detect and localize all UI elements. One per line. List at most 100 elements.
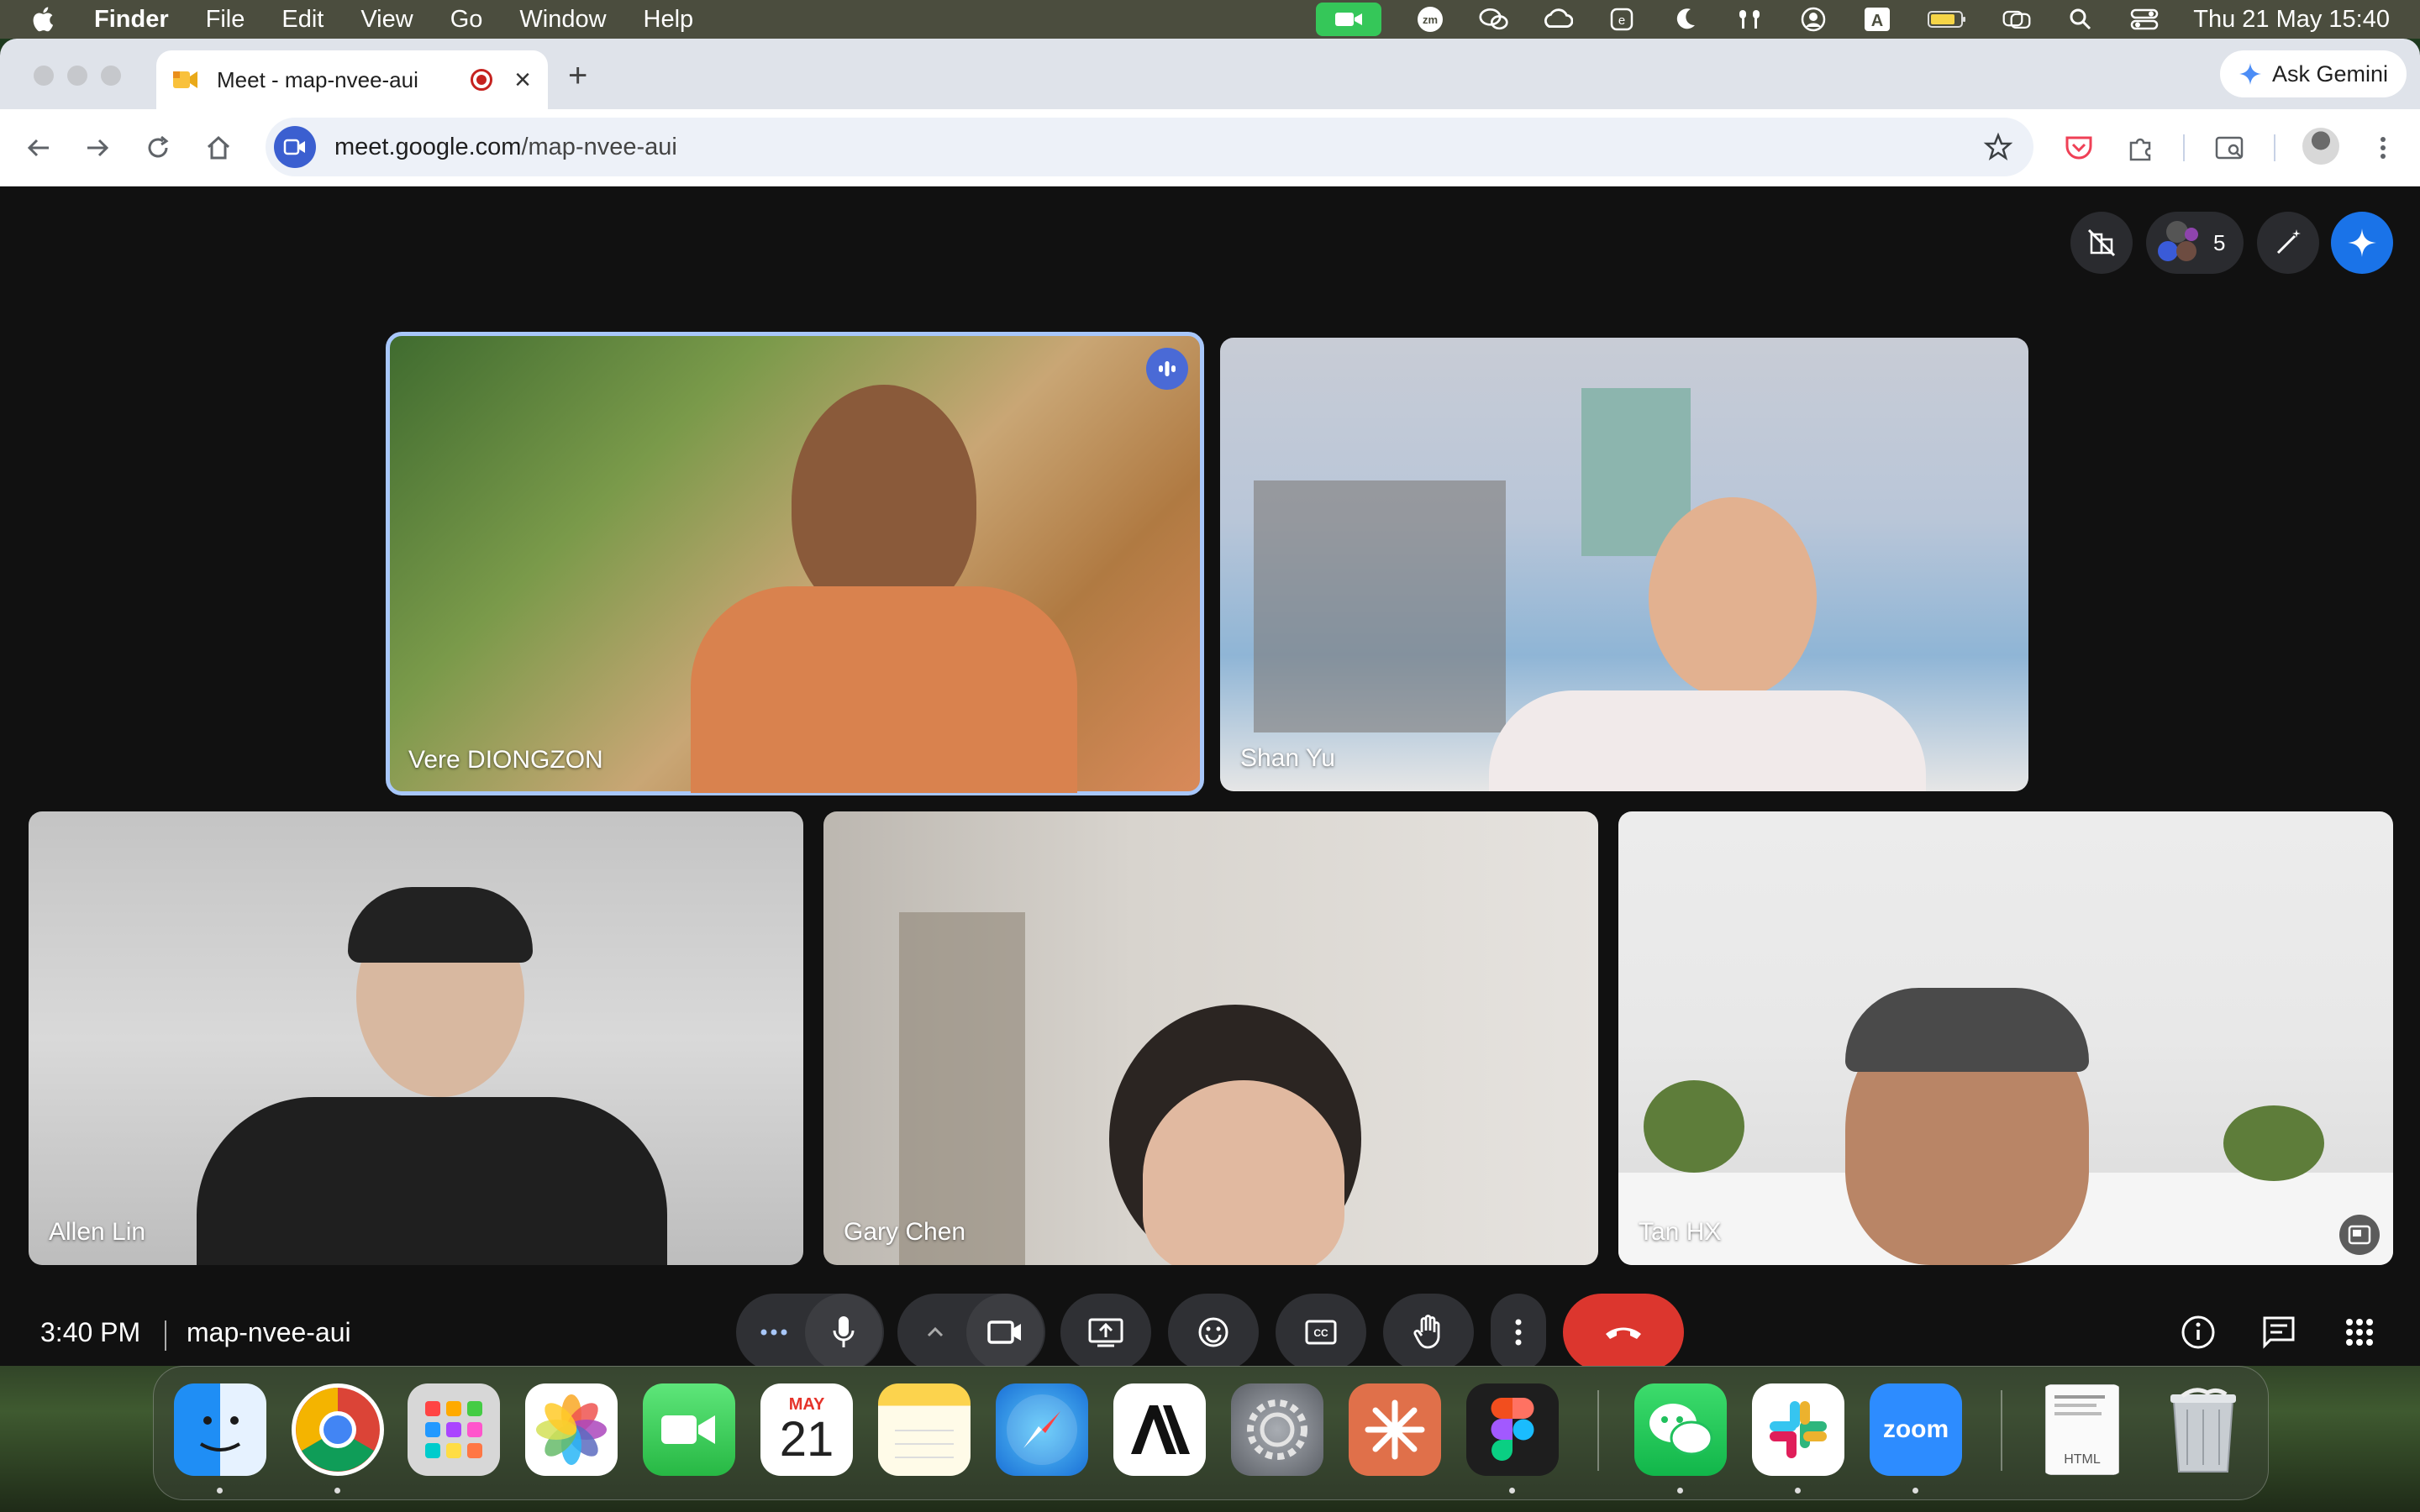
participant-count: 5 [2213, 229, 2226, 255]
participant-tile[interactable]: Vere DIONGZON [386, 332, 1204, 795]
raise-hand-button[interactable] [1383, 1294, 1474, 1366]
leave-call-button[interactable] [1563, 1294, 1684, 1366]
gemini-sparkle-icon [2238, 63, 2261, 85]
site-info-icon[interactable] [274, 126, 316, 168]
dock-html-document-icon[interactable]: HTML [2036, 1383, 2128, 1476]
ask-gemini-button[interactable]: Ask Gemini [2219, 50, 2407, 97]
pocket-icon[interactable] [2062, 131, 2096, 165]
speaking-indicator-icon [1146, 348, 1188, 390]
dock-zoom-icon[interactable]: zoom [1870, 1383, 1962, 1476]
new-tab-button[interactable]: + [568, 57, 587, 95]
menu-go[interactable]: Go [450, 6, 483, 34]
tab-title: Meet - map-nvee-aui [217, 66, 418, 92]
home-icon[interactable] [203, 133, 234, 163]
chat-icon[interactable] [2259, 1312, 2299, 1352]
audio-settings-button[interactable] [736, 1294, 812, 1366]
menu-app-name[interactable]: Finder [94, 6, 169, 34]
moon-icon[interactable] [1670, 7, 1701, 32]
dock-system-settings-icon[interactable] [1231, 1383, 1323, 1476]
closed-captions-icon: CC [1305, 1320, 1337, 1345]
present-screen-button[interactable] [1060, 1294, 1151, 1366]
participant-tile[interactable]: Allen Lin [29, 811, 803, 1265]
url-text: meet.google.com/map-nvee-aui [334, 134, 1983, 161]
participant-video [1489, 690, 1926, 791]
menu-file[interactable]: File [206, 6, 245, 34]
dock-figma-icon[interactable] [1466, 1383, 1559, 1476]
e-icon[interactable]: e [1607, 7, 1637, 32]
wechat-icon[interactable] [1479, 7, 1509, 32]
dock-safari-icon[interactable] [996, 1383, 1088, 1476]
background-blur-off-button[interactable] [2070, 212, 2133, 274]
video-settings-button[interactable] [897, 1294, 973, 1366]
screen-mirror-icon[interactable] [2002, 7, 2032, 32]
reload-icon[interactable] [143, 133, 173, 163]
dock-finder-icon[interactable] [174, 1383, 266, 1476]
kebab-menu-icon[interactable] [2366, 131, 2400, 165]
dock-claude-icon[interactable] [1349, 1383, 1441, 1476]
back-arrow-icon[interactable] [24, 133, 54, 163]
gemini-button[interactable] [2331, 212, 2393, 274]
menu-bar-status-area: zm e A Thu 21 May 15:40 [1316, 0, 2390, 39]
battery-icon[interactable] [1926, 7, 1968, 32]
zoom-label: zoom [1882, 1415, 1949, 1443]
dock-chrome-icon[interactable] [292, 1383, 384, 1476]
meet-top-controls: 5 [0, 212, 2420, 276]
more-options-button[interactable] [1491, 1294, 1546, 1366]
microphone-button[interactable] [805, 1294, 882, 1366]
dock-facetime-icon[interactable] [643, 1383, 735, 1476]
running-indicator [1677, 1488, 1683, 1494]
dock-launchpad-icon[interactable] [408, 1383, 500, 1476]
dock-notes-icon[interactable] [878, 1383, 971, 1476]
spotlight-icon[interactable] [2065, 7, 2096, 32]
dock-calendar-icon[interactable]: MAY 21 [760, 1383, 853, 1476]
participant-video [1644, 1080, 1744, 1173]
running-indicator [217, 1488, 223, 1494]
user-icon[interactable] [1798, 7, 1828, 32]
activities-grid-icon[interactable] [2339, 1312, 2380, 1352]
running-indicator [334, 1488, 340, 1494]
participant-tile[interactable]: Tan HX [1618, 811, 2393, 1265]
tab-close-icon[interactable]: × [514, 64, 531, 97]
minimize-window-button[interactable] [67, 66, 87, 86]
document-text-line [2054, 1412, 2102, 1415]
edit-effects-button[interactable] [2257, 212, 2319, 274]
toolbar-separator [2274, 134, 2275, 161]
tab-search-icon[interactable] [2213, 131, 2247, 165]
profile-avatar[interactable] [2302, 128, 2339, 165]
zoom-icon[interactable]: zm [1415, 7, 1445, 32]
close-window-button[interactable] [34, 66, 54, 86]
dock-anthropic-icon[interactable] [1113, 1383, 1206, 1476]
participant-tile[interactable]: Gary Chen [823, 811, 1598, 1265]
dock-slack-icon[interactable] [1752, 1383, 1844, 1476]
input-source-icon[interactable]: A [1862, 7, 1892, 32]
present-screen-icon [1088, 1318, 1123, 1347]
facetime-active-icon[interactable] [1316, 3, 1382, 36]
extensions-puzzle-icon[interactable] [2124, 131, 2158, 165]
participant-video [197, 1097, 667, 1265]
airpods-icon[interactable] [1734, 7, 1765, 32]
dock-wechat-icon[interactable] [1634, 1383, 1727, 1476]
camera-button[interactable] [966, 1294, 1044, 1366]
reactions-button[interactable] [1168, 1294, 1259, 1366]
participant-tile[interactable]: Shan Yu [1220, 338, 2028, 791]
address-bar[interactable]: meet.google.com/map-nvee-aui [266, 118, 2033, 176]
forward-arrow-icon[interactable] [82, 133, 113, 163]
menu-edit[interactable]: Edit [281, 6, 324, 34]
participants-button[interactable]: 5 [2146, 212, 2244, 274]
control-center-icon[interactable] [2129, 7, 2160, 32]
apple-icon[interactable] [30, 5, 59, 34]
captions-button[interactable]: CC [1276, 1294, 1366, 1366]
menu-window[interactable]: Window [519, 6, 606, 34]
bookmark-star-icon[interactable] [1983, 132, 2013, 162]
zoom-window-button[interactable] [101, 66, 121, 86]
tab-meet[interactable]: Meet - map-nvee-aui × [156, 50, 548, 109]
menu-help[interactable]: Help [644, 6, 694, 34]
picture-in-picture-icon[interactable] [2339, 1215, 2380, 1255]
menu-bar-clock[interactable]: Thu 21 May 15:40 [2193, 6, 2390, 34]
document-text-line [2054, 1404, 2096, 1407]
creative-cloud-icon[interactable] [1543, 7, 1574, 32]
menu-view[interactable]: View [360, 6, 413, 34]
dock-trash-icon[interactable] [2157, 1383, 2249, 1476]
meeting-details-icon[interactable] [2178, 1312, 2218, 1352]
dock-photos-icon[interactable] [525, 1383, 618, 1476]
